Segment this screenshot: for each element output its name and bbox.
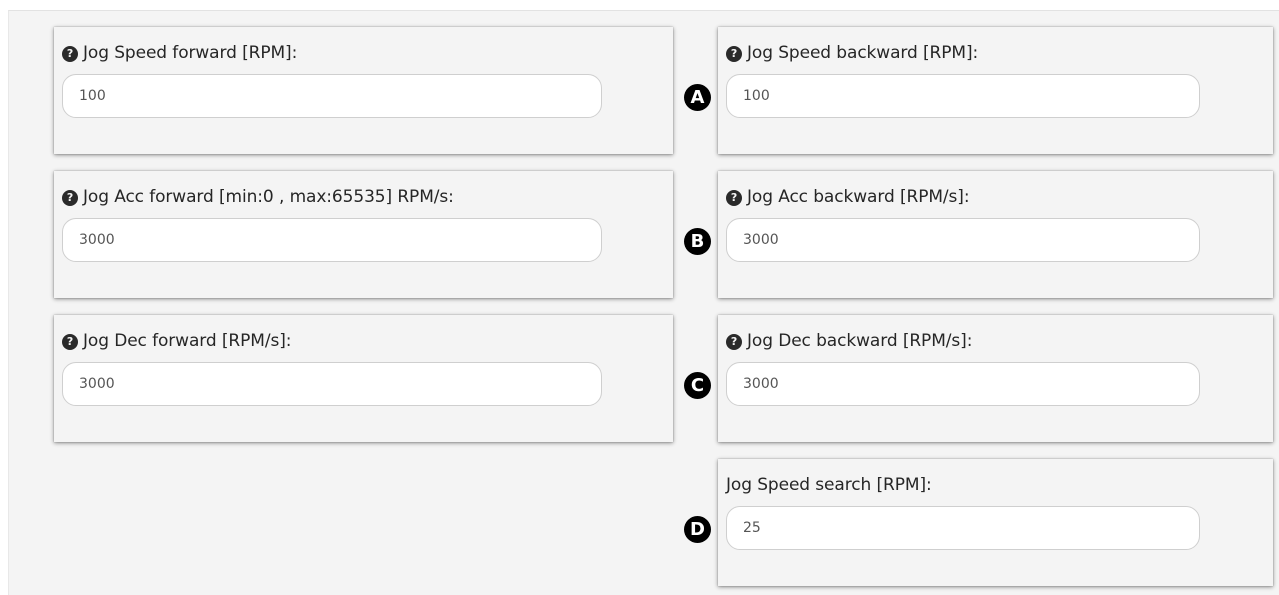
field-label: Jog Speed search [RPM]: (726, 475, 932, 495)
question-circle-icon[interactable]: ? (726, 334, 742, 350)
field-label: ? Jog Speed backward [RPM]: (726, 43, 978, 63)
marker-b: B (684, 228, 711, 255)
question-circle-icon[interactable]: ? (62, 46, 78, 62)
label-text: Jog Speed backward [RPM]: (747, 43, 979, 63)
jog-dec-forward-input[interactable] (62, 362, 602, 406)
jog-acc-forward-input[interactable] (62, 218, 602, 262)
panel-jog-dec-forward: ? Jog Dec forward [RPM/s]: (54, 315, 673, 442)
question-circle-icon[interactable]: ? (62, 334, 78, 350)
jog-speed-forward-input[interactable] (62, 74, 602, 118)
panel-jog-acc-forward: ? Jog Acc forward [min:0 , max:65535] RPM… (54, 171, 673, 298)
jog-dec-backward-input[interactable] (726, 362, 1200, 406)
label-text: Jog Dec backward [RPM/s]: (747, 331, 973, 351)
panel-jog-speed-search: Jog Speed search [RPM]: (718, 459, 1273, 586)
field-label: ? Jog Dec backward [RPM/s]: (726, 331, 972, 351)
label-text: Jog Acc backward [RPM/s]: (747, 187, 970, 207)
panel-jog-speed-forward: ? Jog Speed forward [RPM]: (54, 27, 673, 154)
field-label: ? Jog Speed forward [RPM]: (62, 43, 297, 63)
label-text: Jog Acc forward [min:0 , max:65535] RPM/… (83, 187, 454, 207)
question-circle-icon[interactable]: ? (62, 190, 78, 206)
marker-c: C (684, 372, 711, 399)
panel-jog-dec-backward: ? Jog Dec backward [RPM/s]: (718, 315, 1273, 442)
jog-acc-backward-input[interactable] (726, 218, 1200, 262)
jog-speed-search-input[interactable] (726, 506, 1200, 550)
panel-jog-acc-backward: ? Jog Acc backward [RPM/s]: (718, 171, 1273, 298)
label-text: Jog Speed forward [RPM]: (83, 43, 298, 63)
label-text: Jog Speed search [RPM]: (726, 475, 932, 495)
field-label: ? Jog Acc forward [min:0 , max:65535] RPM… (62, 187, 454, 207)
panel-jog-speed-backward: ? Jog Speed backward [RPM]: (718, 27, 1273, 154)
marker-d: D (684, 516, 711, 543)
question-circle-icon[interactable]: ? (726, 46, 742, 62)
question-circle-icon[interactable]: ? (726, 190, 742, 206)
label-text: Jog Dec forward [RPM/s]: (83, 331, 292, 351)
field-label: ? Jog Dec forward [RPM/s]: (62, 331, 292, 351)
jog-speed-backward-input[interactable] (726, 74, 1200, 118)
marker-a: A (684, 84, 711, 111)
field-label: ? Jog Acc backward [RPM/s]: (726, 187, 970, 207)
